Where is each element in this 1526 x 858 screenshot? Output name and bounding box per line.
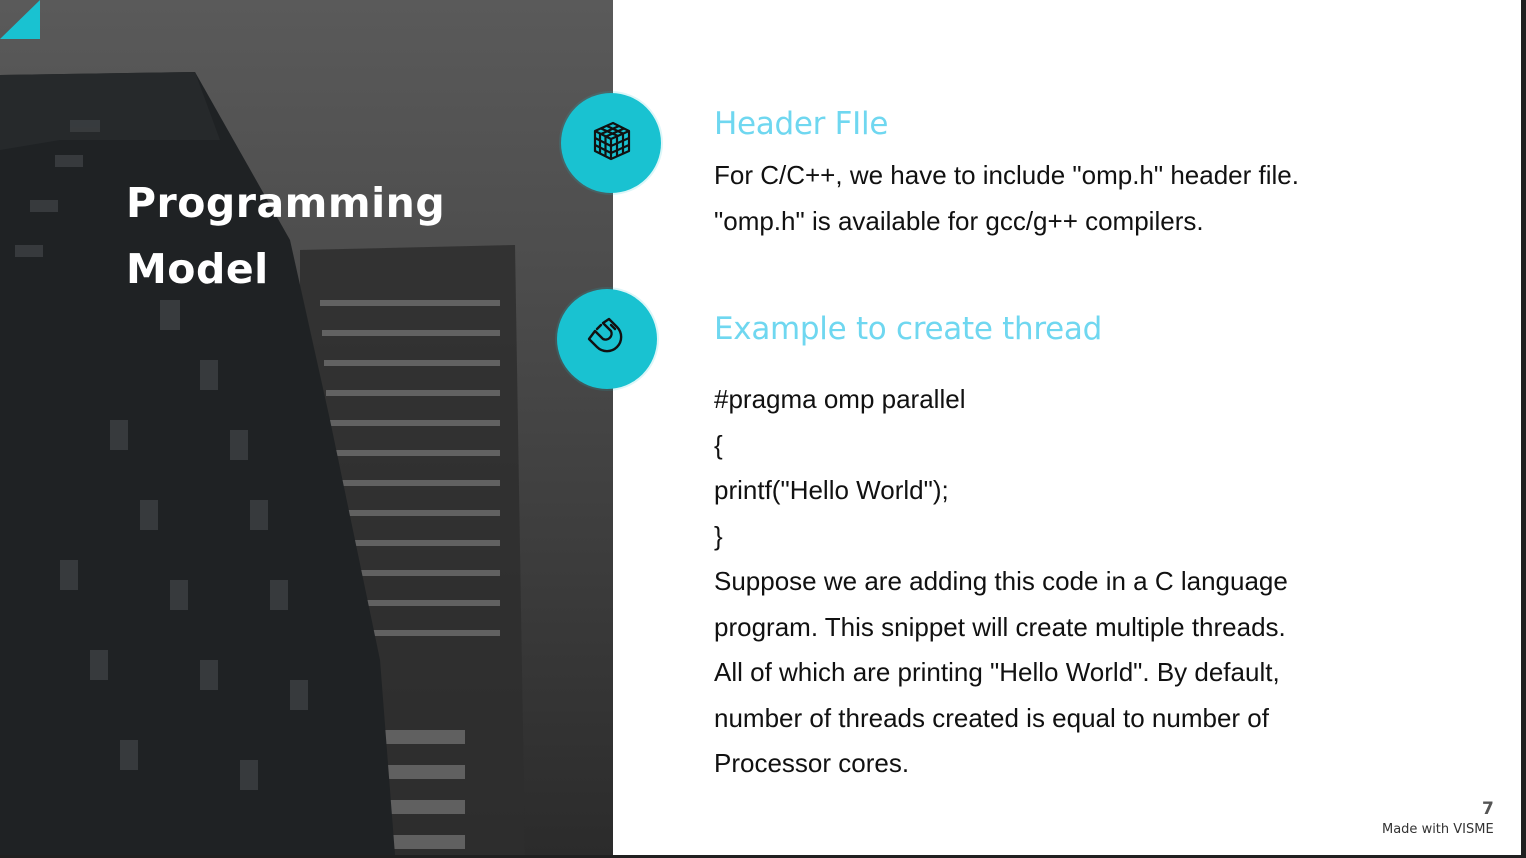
code-line: } — [714, 520, 723, 551]
code-snippet: #pragma omp parallel { printf("Hello Wor… — [714, 377, 1414, 559]
slide-title: Programming Model — [126, 170, 546, 302]
header-file-text: For C/C++, we have to include "omp.h" he… — [714, 153, 1414, 244]
section-heading-example: Example to create thread — [714, 311, 1102, 347]
text-line: program. This snippet will create multip… — [714, 611, 1286, 642]
header-file-badge — [561, 93, 661, 193]
slide-title-line2: Model — [126, 245, 269, 293]
example-description: Suppose we are adding this code in a C l… — [714, 559, 1414, 787]
slide: Programming Model Header FIle For C/C++,… — [0, 0, 1521, 855]
text-line: Suppose we are adding this code in a C l… — [714, 566, 1288, 596]
thread-example-badge — [557, 289, 657, 389]
building-photo: Programming Model — [0, 0, 613, 855]
accent-triangle — [0, 0, 40, 39]
text-line: Processor cores. — [714, 748, 910, 778]
code-line: printf("Hello World"); — [714, 475, 949, 505]
cube-grid-icon — [589, 119, 633, 168]
text-line: "omp.h" is available for gcc/g++ compile… — [714, 205, 1204, 236]
code-line: #pragma omp parallel — [714, 384, 966, 414]
code-line: { — [714, 429, 723, 460]
text-line: number of threads created is equal to nu… — [714, 702, 1269, 733]
text-line: All of which are printing "Hello World".… — [714, 657, 1280, 687]
page-number: 7 — [1482, 799, 1494, 819]
magnet-icon — [585, 315, 629, 364]
text-line: For C/C++, we have to include "omp.h" he… — [714, 160, 1299, 190]
made-with-visme-link[interactable]: Made with VISME — [1382, 822, 1494, 837]
slide-title-line1: Programming — [126, 179, 446, 227]
building-illustration — [0, 72, 525, 855]
section-heading-header-file: Header FIle — [714, 106, 889, 142]
